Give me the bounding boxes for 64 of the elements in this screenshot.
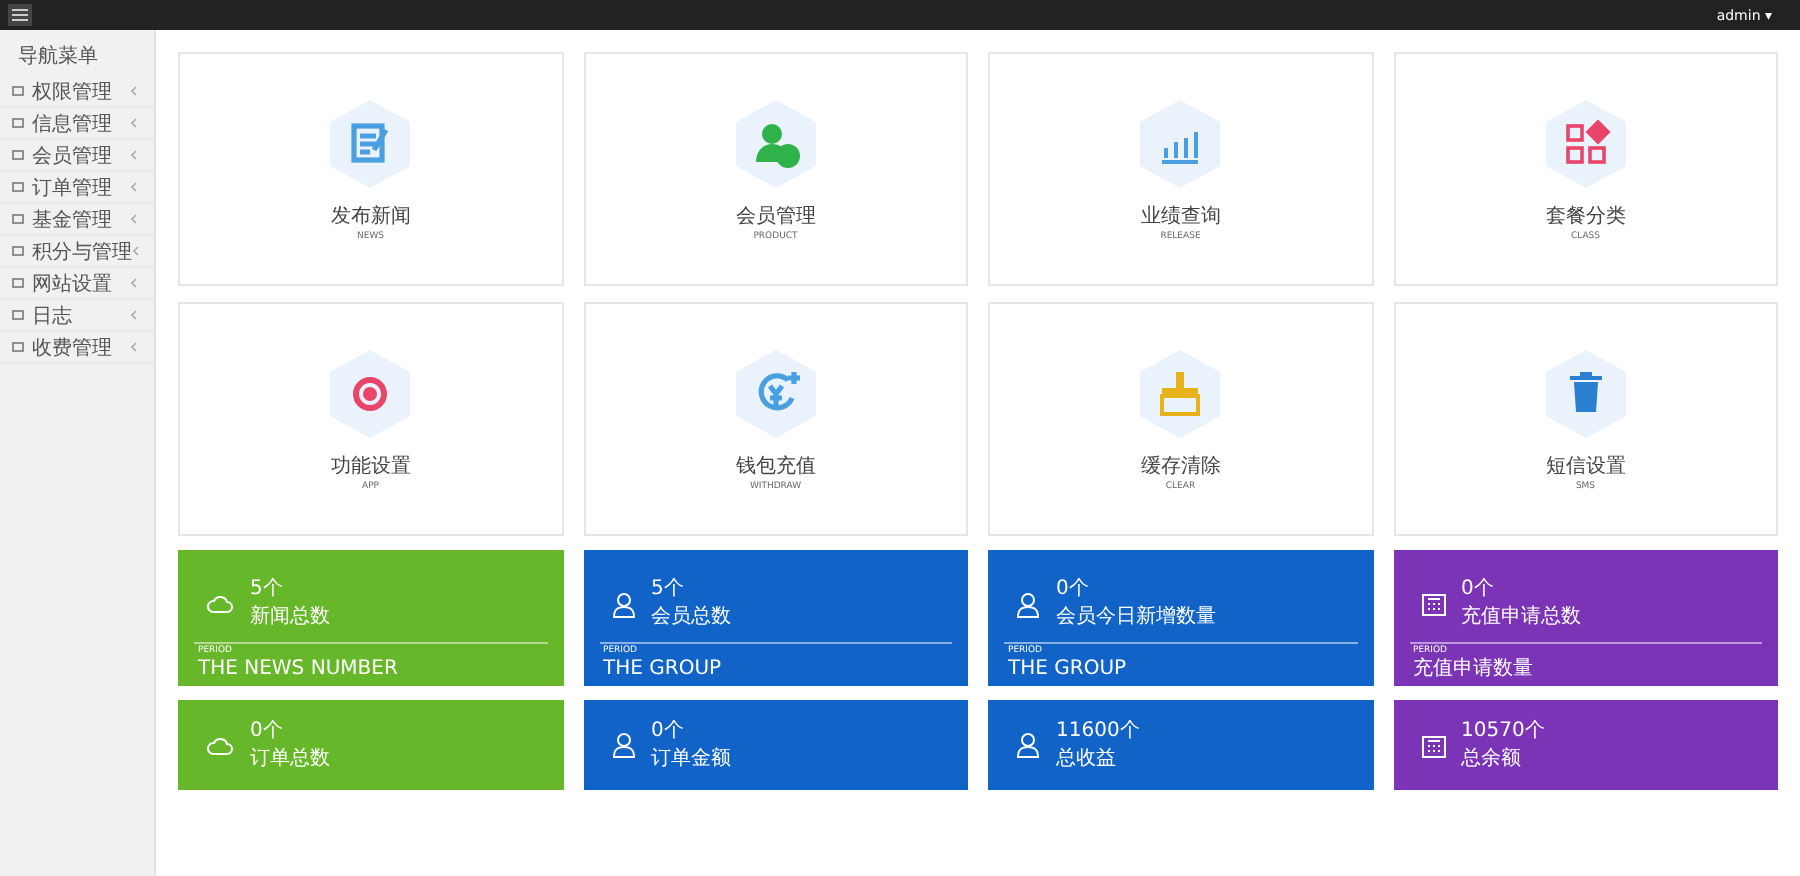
stat-label: 总收益 xyxy=(1056,745,1118,771)
stat-value: 0个 xyxy=(1056,578,1091,601)
sidebar-item[interactable]: 订单管理 xyxy=(0,172,154,204)
stat-label: 充值申请总数 xyxy=(1461,603,1581,631)
chevron-icon xyxy=(130,214,138,224)
chevron-icon xyxy=(130,150,138,160)
stat-footer: 充值申请数量 xyxy=(1413,658,1762,680)
sidebar-item[interactable]: 基金管理 xyxy=(0,204,154,236)
stat-value: 5个 xyxy=(651,578,686,601)
sidebar-item[interactable]: 日志 xyxy=(0,300,154,332)
sidebar-item[interactable]: 信息管理 xyxy=(0,108,154,140)
stat-value: 0个 xyxy=(1461,578,1496,601)
user-icon xyxy=(1016,732,1040,758)
tile-icon xyxy=(326,347,415,439)
user-icon xyxy=(611,732,635,758)
tile-icon xyxy=(731,97,820,189)
sidebar-item[interactable]: 权限管理 xyxy=(0,76,154,108)
stat-footer: THE NEWS NUMBER xyxy=(198,658,547,680)
tile-title: 钱包充值 xyxy=(735,453,816,479)
tile-icon xyxy=(1541,347,1630,439)
chevron-icon xyxy=(130,310,138,320)
sidebar-item[interactable]: 收费管理 xyxy=(0,332,154,364)
tile-icon xyxy=(1541,97,1630,189)
calendar-icon xyxy=(1421,592,1445,617)
chevron-icon xyxy=(130,182,138,192)
tile-icon xyxy=(326,97,415,189)
cloud-icon xyxy=(206,594,234,615)
chevron-icon xyxy=(130,86,138,96)
tile-title: 短信设置 xyxy=(1545,453,1626,479)
tile-title: 业绩查询 xyxy=(1140,203,1221,229)
stat-footer: THE GROUP xyxy=(603,658,952,680)
sidebar-item[interactable]: 积分与管理 xyxy=(0,236,154,268)
stat-label: 总余额 xyxy=(1461,745,1523,771)
stat-value: 0个 xyxy=(250,719,285,741)
stat-label: 订单金额 xyxy=(651,745,731,771)
stat-value: 0个 xyxy=(651,719,686,741)
stat-value: 11600个 xyxy=(1056,719,1140,741)
user-icon xyxy=(611,591,635,618)
tile-title: 缓存清除 xyxy=(1140,453,1221,479)
stat-label: 会员今日新增数量 xyxy=(1056,603,1216,631)
chevron-icon xyxy=(130,342,138,352)
stat-label: 会员总数 xyxy=(651,603,731,631)
stat-value: 10570个 xyxy=(1461,719,1545,741)
menu-button[interactable] xyxy=(8,4,32,26)
tile-icon xyxy=(1136,347,1225,439)
chevron-icon xyxy=(130,278,138,288)
stat-label: 新闻总数 xyxy=(250,603,330,631)
tile-title: 功能设置 xyxy=(330,453,411,479)
user-icon xyxy=(1016,591,1040,618)
chevron-icon xyxy=(130,118,138,128)
sidebar-item[interactable]: 网站设置 xyxy=(0,268,154,300)
cloud-icon xyxy=(206,735,234,755)
calendar-icon xyxy=(1421,733,1445,757)
stat-value: 5个 xyxy=(250,578,285,601)
sidebar-item[interactable]: 会员管理 xyxy=(0,140,154,172)
sidebar-title: 导航菜单 xyxy=(16,43,100,72)
stat-footer: THE GROUP xyxy=(1008,658,1357,680)
chevron-icon xyxy=(132,246,140,256)
stat-label: 订单总数 xyxy=(250,745,330,771)
tile-title: 会员管理 xyxy=(735,203,816,229)
tile-icon xyxy=(1136,97,1225,189)
tile-title: 套餐分类 xyxy=(1545,203,1626,229)
tile-icon xyxy=(731,347,820,439)
tile-title: 发布新闻 xyxy=(330,203,411,229)
